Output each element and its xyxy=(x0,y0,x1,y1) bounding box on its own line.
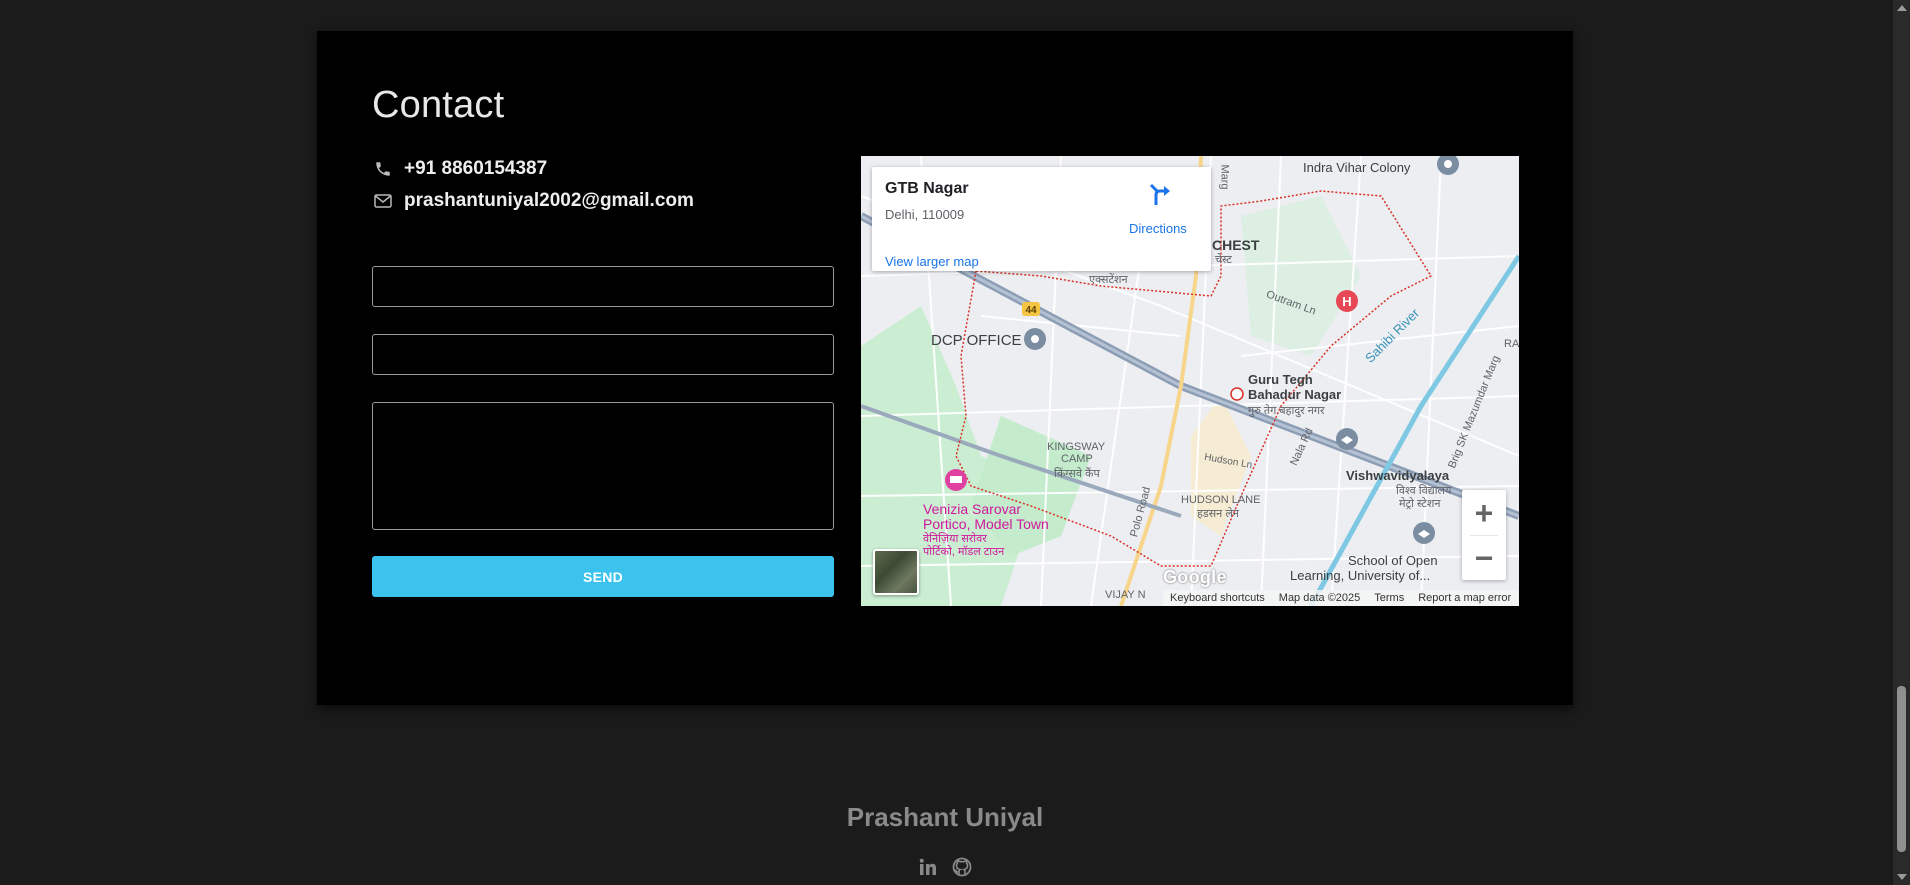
envelope-icon xyxy=(372,191,394,211)
zoom-out-button[interactable]: − xyxy=(1462,535,1506,580)
contact-title: Contact xyxy=(372,84,505,126)
phone-row: +91 8860154387 xyxy=(372,158,547,180)
map-label-hudson-hi: हडसन लेन xyxy=(1197,508,1239,520)
map-label-school1: School of Open xyxy=(1348,553,1438,568)
embedded-map[interactable]: H 44 Indra Vihar Colony CHEST चेस्ट एक्स… xyxy=(861,156,1519,606)
map-label-gtb2: Bahadur Nagar xyxy=(1248,387,1342,402)
email-row: prashantuniyal2002@gmail.com xyxy=(372,190,694,212)
map-label-dcp: DCP OFFICE xyxy=(931,332,1022,349)
page-scrollbar[interactable] xyxy=(1893,0,1910,885)
name-field[interactable] xyxy=(372,266,834,307)
phone-number: +91 8860154387 xyxy=(404,158,548,179)
email-field[interactable] xyxy=(372,334,834,375)
map-label-school2: Learning, University of... xyxy=(1290,568,1431,583)
footer-name: Prashant Uniyal xyxy=(846,802,1044,832)
map-label-venizia2: Portico, Model Town xyxy=(923,516,1049,532)
directions-icon[interactable] xyxy=(1147,181,1173,207)
map-label-extension-hi: एक्सटेंशन xyxy=(1089,274,1128,286)
map-label-kingsway-hi: किंग्सवे कैंप xyxy=(1054,468,1100,480)
place-name: GTB Nagar xyxy=(885,180,969,197)
map-data-text: Map data ©2025 xyxy=(1278,592,1361,604)
zoom-in-button[interactable]: + xyxy=(1462,490,1506,535)
email-address: prashantuniyal2002@gmail.com xyxy=(404,190,694,211)
zoom-divider xyxy=(1470,535,1498,536)
directions-link[interactable]: Directions xyxy=(1129,221,1187,236)
map-label-gtb1: Guru Tegh xyxy=(1248,372,1313,387)
map-label-venizia-hi2: पोर्टिको, मॉडल टाउन xyxy=(923,546,1005,558)
map-label-kingsway: KINGSWAY xyxy=(1047,441,1106,453)
map-label-venizia1: Venizia Sarovar xyxy=(923,501,1022,517)
keyboard-shortcuts-link[interactable]: Keyboard shortcuts xyxy=(1163,592,1272,604)
message-field[interactable] xyxy=(372,402,834,530)
map-label-ra: RA xyxy=(1504,338,1519,350)
place-info-card: GTB Nagar Delhi, 110009 View larger map … xyxy=(872,167,1211,271)
map-label-gtb-hi: गुरु तेग बहादुर नगर xyxy=(1248,405,1325,417)
zoom-controls: + − xyxy=(1462,490,1506,580)
send-button[interactable]: SEND xyxy=(372,556,834,597)
scroll-thumb[interactable] xyxy=(1897,686,1906,852)
map-label-chest-hi: चेस्ट xyxy=(1215,254,1232,266)
map-label-vishwa: Vishwavidyalaya xyxy=(1346,468,1450,483)
map-label-vishwa-hi2: मेट्रो स्टेशन xyxy=(1399,498,1441,510)
linkedin-icon[interactable] xyxy=(917,856,939,878)
terms-link[interactable]: Terms xyxy=(1367,592,1411,604)
github-icon[interactable] xyxy=(951,856,973,878)
map-label-vijay: VIJAY N xyxy=(1105,589,1146,601)
satellite-toggle[interactable] xyxy=(873,549,919,595)
map-label-marg: Marg xyxy=(1218,164,1231,190)
google-logo: Google xyxy=(1163,567,1227,587)
scroll-down-arrow[interactable] xyxy=(1897,874,1907,880)
scroll-up-arrow[interactable] xyxy=(1897,5,1907,11)
report-error-link[interactable]: Report a map error xyxy=(1411,592,1518,604)
map-attribution-bar: Keyboard shortcuts Map data ©2025 Terms … xyxy=(1163,590,1519,606)
map-label-hudson: HUDSON LANE xyxy=(1181,494,1261,506)
map-label-camp: CAMP xyxy=(1061,453,1093,465)
phone-icon xyxy=(372,159,394,179)
highway-shield: 44 xyxy=(1025,305,1037,316)
map-label-chest: CHEST xyxy=(1212,237,1260,253)
place-address: Delhi, 110009 xyxy=(885,207,965,222)
map-label-indra: Indra Vihar Colony xyxy=(1303,160,1411,175)
view-larger-map-link[interactable]: View larger map xyxy=(885,254,979,269)
svg-text:H: H xyxy=(1342,294,1351,309)
